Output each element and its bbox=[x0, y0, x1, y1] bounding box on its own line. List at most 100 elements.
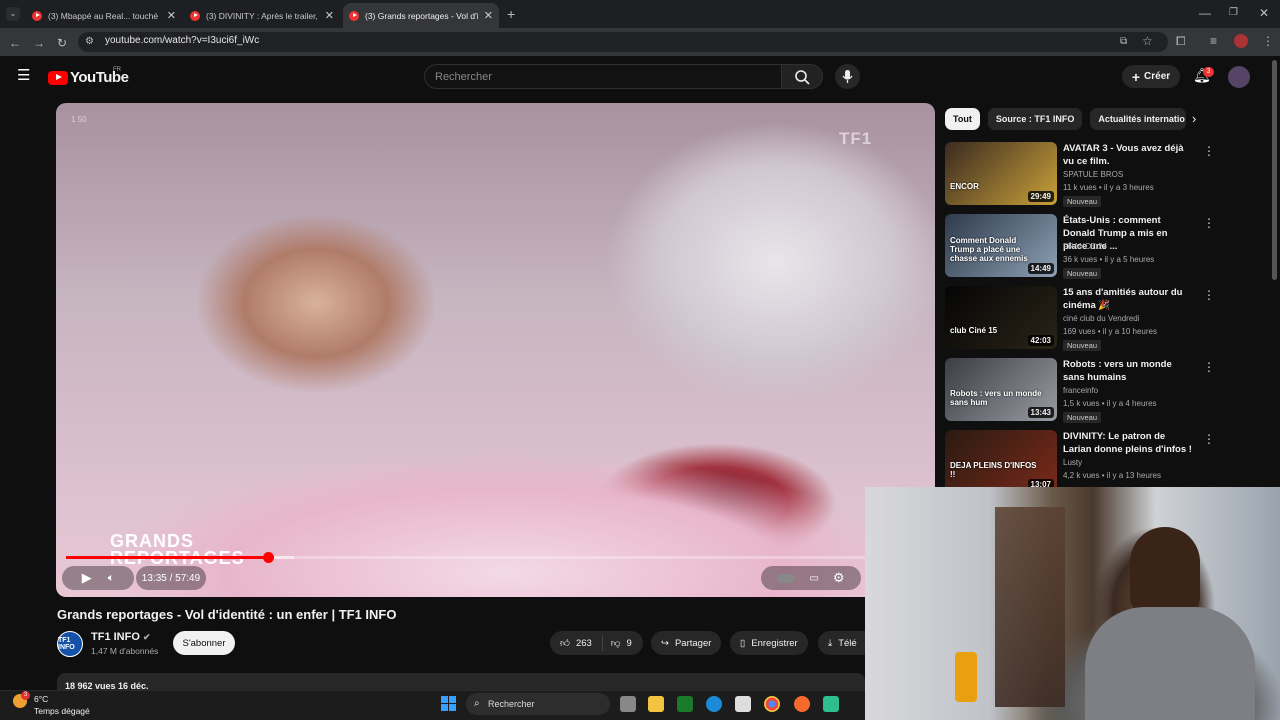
taskbar-search[interactable]: Rechercher bbox=[466, 693, 610, 715]
more-options-icon[interactable]: ⋮ bbox=[1203, 360, 1215, 374]
channel-avatar[interactable]: TF1 INFO bbox=[57, 631, 83, 657]
tab-search-icon[interactable]: ⌄ bbox=[6, 7, 20, 21]
thumbnail-caption: club Ciné 15 bbox=[950, 326, 998, 335]
subtitles-icon[interactable]: ▭ bbox=[809, 573, 818, 584]
recommendation-item[interactable]: Comment Donald Trump a placé une chasse … bbox=[945, 214, 1215, 280]
like-dislike-group: 👍︎ 263 👎︎ 9 bbox=[550, 631, 643, 655]
duration-badge: 13:43 bbox=[1027, 407, 1054, 418]
weather-badge: 3 bbox=[21, 691, 30, 700]
share-button[interactable]: ↪ Partager bbox=[651, 631, 722, 655]
recommendation-title[interactable]: Robots : vers un monde sans humains bbox=[1063, 358, 1193, 384]
search-input[interactable]: Rechercher bbox=[424, 64, 782, 89]
autoplay-toggle-icon[interactable] bbox=[777, 573, 796, 583]
url-text[interactable]: youtube.com/watch?v=I3uci6f_iWc bbox=[105, 35, 259, 46]
video-title: Grands reportages - Vol d'identité : un … bbox=[57, 607, 397, 622]
weather-widget[interactable]: 6°C Temps dégagé bbox=[34, 693, 90, 717]
firefox-icon[interactable] bbox=[794, 696, 810, 712]
play-volume-group: ▶ 🔈︎ bbox=[62, 566, 134, 590]
chip-source[interactable]: Source : TF1 INFO bbox=[987, 108, 1083, 130]
chrome-icon[interactable] bbox=[764, 696, 780, 712]
cast-icon[interactable]: ⧉ bbox=[1120, 35, 1127, 49]
video-thumbnail[interactable]: Robots : vers un monde sans hum 13:43 bbox=[945, 358, 1057, 421]
restore-icon[interactable]: ❐ bbox=[1229, 6, 1238, 20]
video-thumbnail[interactable]: ENCOR 29:49 bbox=[945, 142, 1057, 205]
chip-international[interactable]: Actualités internatio bbox=[1090, 108, 1187, 130]
chips-next-arrow-icon[interactable]: › bbox=[1192, 112, 1196, 126]
back-icon[interactable]: ← bbox=[9, 36, 21, 50]
search-button[interactable] bbox=[781, 64, 823, 89]
youtube-logo[interactable]: YouTube FR bbox=[48, 67, 129, 86]
app-icon[interactable] bbox=[823, 696, 839, 712]
progress-bar[interactable] bbox=[66, 552, 925, 563]
new-badge: Nouveau bbox=[1063, 412, 1102, 423]
edge-browser-icon[interactable] bbox=[706, 696, 722, 712]
bookmark-star-icon[interactable]: ☆ bbox=[1142, 34, 1153, 48]
more-options-icon[interactable]: ⋮ bbox=[1203, 144, 1215, 158]
download-label: Télé bbox=[838, 637, 857, 649]
voice-search-button[interactable] bbox=[835, 64, 860, 89]
browser-tab-2[interactable]: (3) DIVINITY : Après le trailer, L ✕ bbox=[184, 3, 340, 28]
minimize-icon[interactable]: — bbox=[1199, 6, 1211, 20]
recommendation-item[interactable]: club Ciné 15 42:03 15 ans d'amitiés autour… bbox=[945, 286, 1215, 352]
profile-avatar-icon[interactable] bbox=[1234, 34, 1248, 48]
media-icon[interactable]: ≡ bbox=[1210, 34, 1217, 48]
channel-name[interactable]: TF1 INFO ✔ bbox=[91, 631, 151, 643]
page-scrollbar[interactable] bbox=[1272, 60, 1277, 280]
close-tab-icon[interactable]: ✕ bbox=[167, 9, 176, 22]
like-button[interactable]: 👍︎ 263 bbox=[550, 635, 603, 651]
new-tab-icon[interactable]: + bbox=[507, 7, 515, 21]
more-options-icon[interactable]: ⋮ bbox=[1203, 288, 1215, 302]
new-badge: Nouveau bbox=[1063, 340, 1102, 351]
video-thumbnail[interactable]: club Ciné 15 42:03 bbox=[945, 286, 1057, 349]
filter-chips: Tout Source : TF1 INFO Actualités intern… bbox=[945, 108, 1187, 130]
forward-icon[interactable]: → bbox=[33, 36, 45, 50]
thumbs-up-icon: 👍︎ bbox=[560, 638, 570, 649]
subscribe-button[interactable]: S'abonner bbox=[173, 631, 235, 655]
recommendation-title[interactable]: 15 ans d'amitiés autour du cinéma 🎉 bbox=[1063, 286, 1193, 312]
video-thumbnail[interactable]: DEJA PLEINS D'INFOS !! 13:07 bbox=[945, 430, 1057, 493]
tab-title: (3) DIVINITY : Après le trailer, L bbox=[206, 10, 319, 21]
account-avatar[interactable] bbox=[1228, 66, 1250, 88]
chip-all[interactable]: Tout bbox=[945, 108, 980, 130]
dislike-button[interactable]: 👎︎ 9 bbox=[603, 637, 640, 650]
more-options-icon[interactable]: ⋮ bbox=[1203, 432, 1215, 446]
save-button[interactable]: ▯ Enregistrer bbox=[730, 631, 808, 655]
extensions-icon[interactable]: ⧠ bbox=[1176, 34, 1186, 48]
recommendation-channel[interactable]: ciné club du Vendredi bbox=[1063, 314, 1140, 323]
recommendation-title[interactable]: AVATAR 3 - Vous avez déjà vu ce film. bbox=[1063, 142, 1193, 168]
recommendation-title[interactable]: DIVINITY: Le patron de Larian donne plei… bbox=[1063, 430, 1193, 456]
nvidia-icon[interactable] bbox=[677, 696, 693, 712]
site-info-icon[interactable]: ⚙ bbox=[85, 35, 94, 49]
recommendation-channel[interactable]: franceinfo bbox=[1063, 386, 1098, 395]
recommendation-channel[interactable]: Lusty bbox=[1063, 458, 1082, 467]
create-button[interactable]: + Créer bbox=[1122, 65, 1180, 88]
tab-title: (3) Mbappé au Real... touché pa bbox=[48, 10, 161, 21]
video-player[interactable]: 1 50 TF1 GRANDS REPORTAGES ▶ 🔈︎ 13:35 / … bbox=[56, 103, 935, 597]
play-icon[interactable]: ▶ bbox=[82, 570, 92, 586]
task-view-icon[interactable] bbox=[620, 696, 636, 712]
browser-tab-3-active[interactable]: (3) Grands reportages - Vol d'id ✕ bbox=[343, 3, 499, 28]
video-thumbnail[interactable]: Comment Donald Trump a placé une chasse … bbox=[945, 214, 1057, 277]
close-tab-icon[interactable]: ✕ bbox=[325, 9, 334, 22]
recommendation-channel[interactable]: SPATULE BROS bbox=[1063, 170, 1123, 179]
scrubber-handle[interactable] bbox=[262, 552, 274, 563]
windows-start-icon[interactable] bbox=[441, 696, 456, 711]
new-badge: Nouveau bbox=[1063, 268, 1102, 279]
menu-dots-icon[interactable]: ⋮ bbox=[1262, 34, 1274, 48]
more-options-icon[interactable]: ⋮ bbox=[1203, 216, 1215, 230]
volume-icon[interactable]: 🔈︎ bbox=[108, 572, 115, 585]
browser-tab-1[interactable]: (3) Mbappé au Real... touché pa ✕ bbox=[26, 3, 182, 28]
reload-icon[interactable]: ↻ bbox=[57, 36, 67, 50]
close-window-icon[interactable]: ✕ bbox=[1259, 6, 1269, 20]
weather-condition: Temps dégagé bbox=[34, 706, 90, 716]
recommendation-item[interactable]: ENCOR 29:49 AVATAR 3 - Vous avez déjà vu c… bbox=[945, 142, 1215, 208]
hamburger-menu-icon[interactable]: ☰ bbox=[17, 68, 30, 83]
recommendation-item[interactable]: Robots : vers un monde sans hum 13:43 Robo… bbox=[945, 358, 1215, 424]
recommendation-channel[interactable]: FRANCE 24 bbox=[1063, 242, 1107, 251]
tf1-watermark: TF1 bbox=[839, 129, 873, 148]
store-icon[interactable] bbox=[735, 696, 751, 712]
download-button[interactable]: ⤓ Télé bbox=[818, 631, 865, 655]
settings-gear-icon[interactable]: ⚙ bbox=[833, 570, 845, 586]
file-explorer-icon[interactable] bbox=[648, 696, 664, 712]
close-tab-icon[interactable]: ✕ bbox=[484, 9, 493, 22]
